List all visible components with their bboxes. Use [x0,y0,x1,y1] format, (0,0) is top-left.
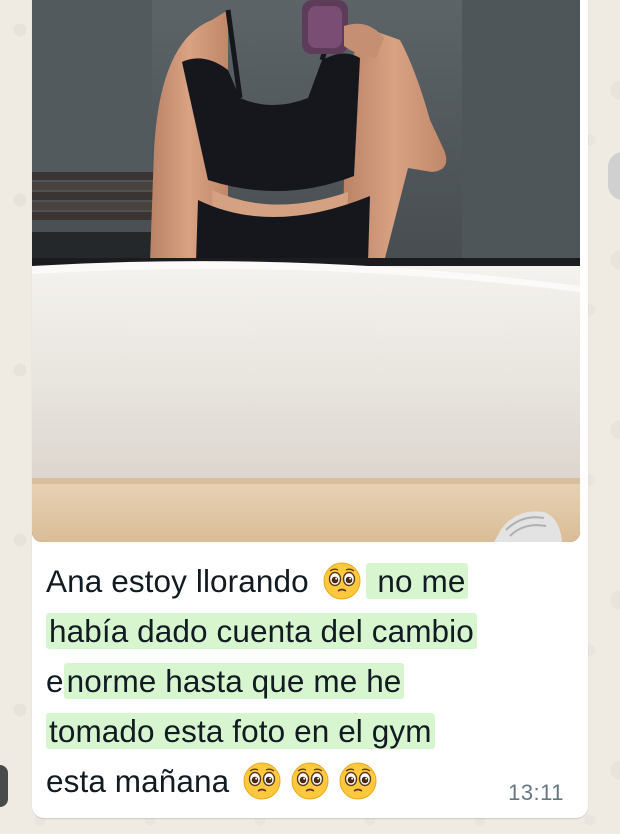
message-timestamp: 13:11 [508,780,564,805]
message-text: Ana estoy llorando no me había dado cuen… [46,556,576,806]
highlighted-text: había dado cuenta del cambio [46,613,477,649]
message-bubble[interactable]: Ana estoy llorando no me había dado cuen… [32,0,588,818]
message-line: había dado cuenta del cambio [46,606,576,656]
adjacent-avatar[interactable] [0,765,8,807]
highlighted-text: norme hasta que me he [63,663,405,699]
forward-button[interactable] [608,152,620,200]
message-line: tomado esta foto en el gym [46,706,576,756]
highlighted-text: tomado esta foto en el gym [46,713,435,749]
message-text-segment: esta mañana [46,763,239,799]
message-line: Ana estoy llorando no me [46,556,576,606]
message-text-segment: e [46,663,64,699]
gym-mirror-selfie-image [32,0,580,542]
message-line: esta mañana [46,756,576,806]
message-text-segment: Ana estoy llorando [46,563,318,599]
pleading-face-emoji-icon [290,761,330,801]
message-line: enorme hasta que me he [46,656,576,706]
highlighted-text: no me [365,563,469,599]
pleading-face-emoji-icon [322,561,362,601]
message-photo[interactable] [32,0,580,542]
pleading-face-emoji-icon [242,761,282,801]
pleading-face-emoji-icon [338,761,378,801]
